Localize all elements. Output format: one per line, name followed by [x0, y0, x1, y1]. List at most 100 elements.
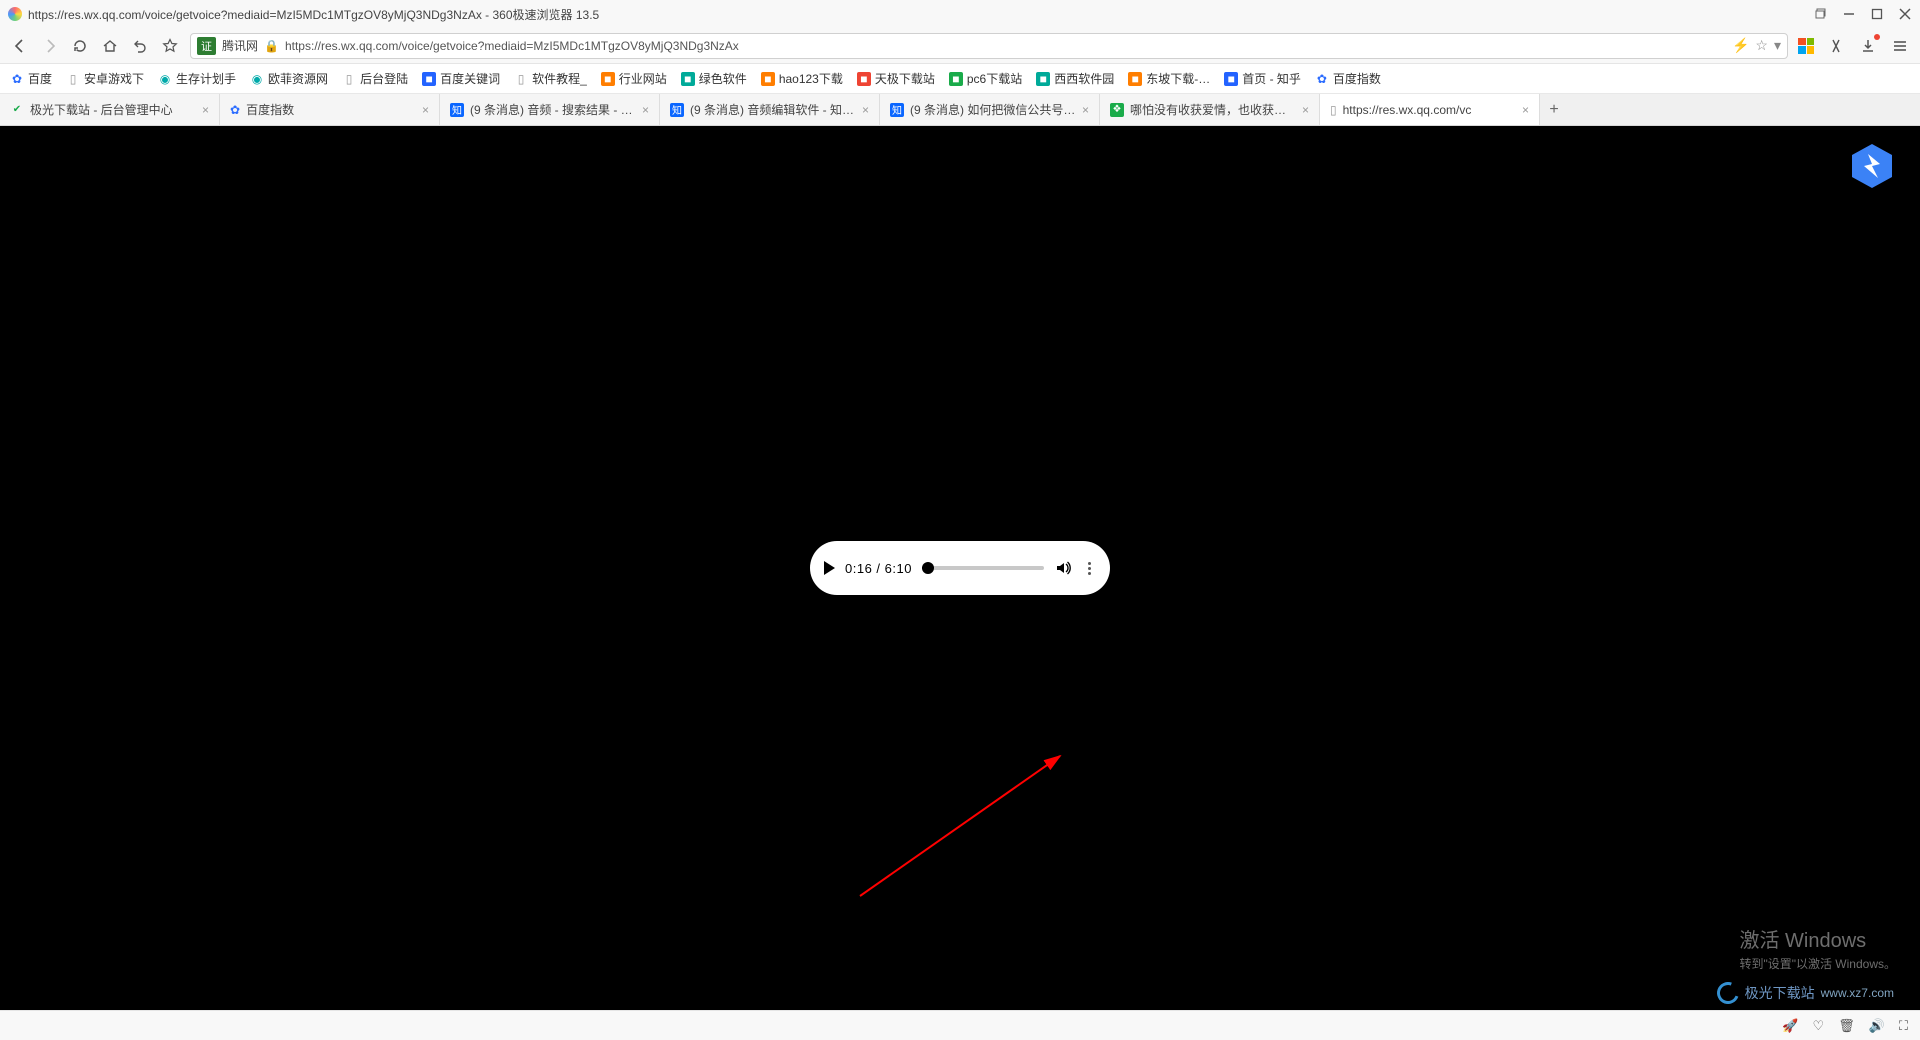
bookmark-label: 安卓游戏下 [84, 70, 144, 87]
status-rocket-icon[interactable]: 🚀 [1782, 1018, 1798, 1034]
wechat-icon: ❖ [1110, 103, 1124, 117]
tab-close-icon[interactable]: × [202, 103, 209, 117]
tab-label: 哪怕没有收获爱情，也收获… [1130, 101, 1296, 118]
tab-label: 百度指数 [246, 101, 416, 118]
bookmark-item[interactable]: ✿ 百度 [10, 70, 52, 87]
tab-close-icon[interactable]: × [1082, 103, 1089, 117]
bookmark-label: 百度 [28, 70, 52, 87]
window-pin-icon[interactable] [1814, 7, 1828, 21]
app-icon [8, 7, 22, 21]
screenshot-icon[interactable] [1826, 36, 1846, 56]
nav-home-icon[interactable] [100, 36, 120, 56]
browser-tab[interactable]: 知 (9 条消息) 音频 - 搜索结果 - … × [440, 94, 660, 125]
doc-icon: ▯ [514, 72, 528, 86]
status-sound-icon[interactable]: 🔊 [1869, 1018, 1885, 1034]
bookmark-item[interactable]: ■ 首页 - 知乎 [1224, 70, 1301, 87]
check-icon: ✔ [10, 103, 24, 117]
zhihu-icon: 知 [450, 103, 464, 117]
apps-icon[interactable] [1798, 38, 1814, 54]
menu-icon[interactable] [1890, 36, 1910, 56]
bookmark-label: 百度指数 [1333, 70, 1381, 87]
status-heart-icon[interactable]: ♡ [1813, 1018, 1825, 1034]
bookmark-item[interactable]: ▯安卓游戏下 [66, 70, 144, 87]
bookmark-item[interactable]: ▯后台登陆 [342, 70, 408, 87]
tab-close-icon[interactable]: × [1302, 103, 1309, 117]
favicon: ■ [681, 72, 695, 86]
bookmark-label: 欧菲资源网 [268, 70, 328, 87]
bookmark-label: 百度关键词 [440, 70, 500, 87]
bookmark-item[interactable]: ■pc6下载站 [949, 70, 1022, 87]
paw-icon: ✿ [1315, 72, 1329, 86]
volume-icon[interactable] [1054, 559, 1072, 577]
favicon: ■ [1224, 72, 1238, 86]
status-fullscreen-icon[interactable]: ⛶ [1899, 1018, 1908, 1034]
tab-label: 极光下载站 - 后台管理中心 [30, 101, 196, 118]
nav-reload-icon[interactable] [70, 36, 90, 56]
browser-tab[interactable]: 知(9 条消息) 如何把微信公共号…× [880, 94, 1100, 125]
browser-tab[interactable]: ▯https://res.wx.qq.com/vc× [1320, 94, 1540, 125]
bookmark-item[interactable]: ■hao123下载 [761, 70, 843, 87]
window-minimize-icon[interactable] [1842, 7, 1856, 21]
lock-icon: 🔒 [264, 39, 279, 53]
browser-tab[interactable]: ✔ 极光下载站 - 后台管理中心 × [0, 94, 220, 125]
bookmark-item[interactable]: ■ 东坡下载-… [1128, 70, 1210, 87]
tab-close-icon[interactable]: × [642, 103, 649, 117]
zhihu-icon: 知 [890, 103, 904, 117]
address-dropdown-icon[interactable]: ▾ [1774, 37, 1781, 54]
url-text: https://res.wx.qq.com/voice/getvoice?med… [285, 39, 1726, 53]
tab-close-icon[interactable]: × [422, 103, 429, 117]
tab-label: (9 条消息) 音频 - 搜索结果 - … [470, 101, 636, 118]
thunder-badge-icon [1848, 142, 1896, 190]
annotation-arrow [850, 736, 1150, 916]
tab-close-icon[interactable]: × [1522, 103, 1529, 117]
favicon: ■ [857, 72, 871, 86]
address-bar[interactable]: 证 腾讯网 🔒 https://res.wx.qq.com/voice/getv… [190, 33, 1788, 59]
address-bookmark-icon[interactable]: ☆ [1755, 37, 1768, 54]
bookmark-item[interactable]: ✿ 百度指数 [1315, 70, 1381, 87]
bookmark-item[interactable]: ■ 百度关键词 [422, 70, 500, 87]
player-time: 0:16 / 6:10 [845, 561, 912, 576]
favicon: ■ [949, 72, 963, 86]
doc-icon: ▯ [1330, 103, 1337, 117]
address-lightning-icon[interactable]: ⚡ [1732, 37, 1749, 54]
windows-activation-watermark: 激活 Windows 转到"设置"以激活 Windows。 [1739, 924, 1896, 972]
bookmark-item[interactable]: ■西西软件园 [1036, 70, 1114, 87]
bookmark-item[interactable]: ■行业网站 [601, 70, 667, 87]
favicon: ■ [422, 72, 436, 86]
window-close-icon[interactable] [1898, 7, 1912, 21]
bookmark-label: 软件教程_ [532, 70, 587, 87]
bookmark-label: 西西软件园 [1054, 70, 1114, 87]
nav-forward-icon[interactable] [40, 36, 60, 56]
favicon: ■ [601, 72, 615, 86]
cert-badge: 证 [197, 37, 216, 55]
bookmark-item[interactable]: ▯ 软件教程_ [514, 70, 587, 87]
nav-undo-icon[interactable] [130, 36, 150, 56]
tab-close-icon[interactable]: × [862, 103, 869, 117]
doc-icon: ▯ [342, 72, 356, 86]
orbit-icon: ◉ [250, 72, 264, 86]
favicon: ■ [1128, 72, 1142, 86]
paw-icon: ✿ [10, 72, 24, 86]
download-icon[interactable] [1858, 36, 1878, 56]
bookmark-item[interactable]: ◉生存计划手 [158, 70, 236, 87]
new-tab-button[interactable]: + [1540, 94, 1568, 125]
window-maximize-icon[interactable] [1870, 7, 1884, 21]
browser-tab[interactable]: ✿百度指数× [220, 94, 440, 125]
nav-star-icon[interactable] [160, 36, 180, 56]
browser-tab[interactable]: ❖ 哪怕没有收获爱情，也收获… × [1100, 94, 1320, 125]
browser-tab[interactable]: 知(9 条消息) 音频编辑软件 - 知…× [660, 94, 880, 125]
bookmark-label: 东坡下载-… [1146, 70, 1210, 87]
site-label: 腾讯网 [222, 37, 258, 54]
zhihu-icon: 知 [670, 103, 684, 117]
bookmark-item[interactable]: ■绿色软件 [681, 70, 747, 87]
bookmark-label: 首页 - 知乎 [1242, 70, 1301, 87]
nav-back-icon[interactable] [10, 36, 30, 56]
orbit-icon: ◉ [158, 72, 172, 86]
player-menu-icon[interactable] [1082, 562, 1096, 575]
seek-bar[interactable] [922, 566, 1044, 570]
bookmark-item[interactable]: ■天极下载站 [857, 70, 935, 87]
bookmark-item[interactable]: ◉ 欧菲资源网 [250, 70, 328, 87]
site-watermark: 极光下载站 www.xz7.com [1717, 982, 1894, 1004]
status-trash-icon[interactable]: 🗑 [1838, 1018, 1855, 1034]
play-button[interactable] [824, 561, 835, 575]
